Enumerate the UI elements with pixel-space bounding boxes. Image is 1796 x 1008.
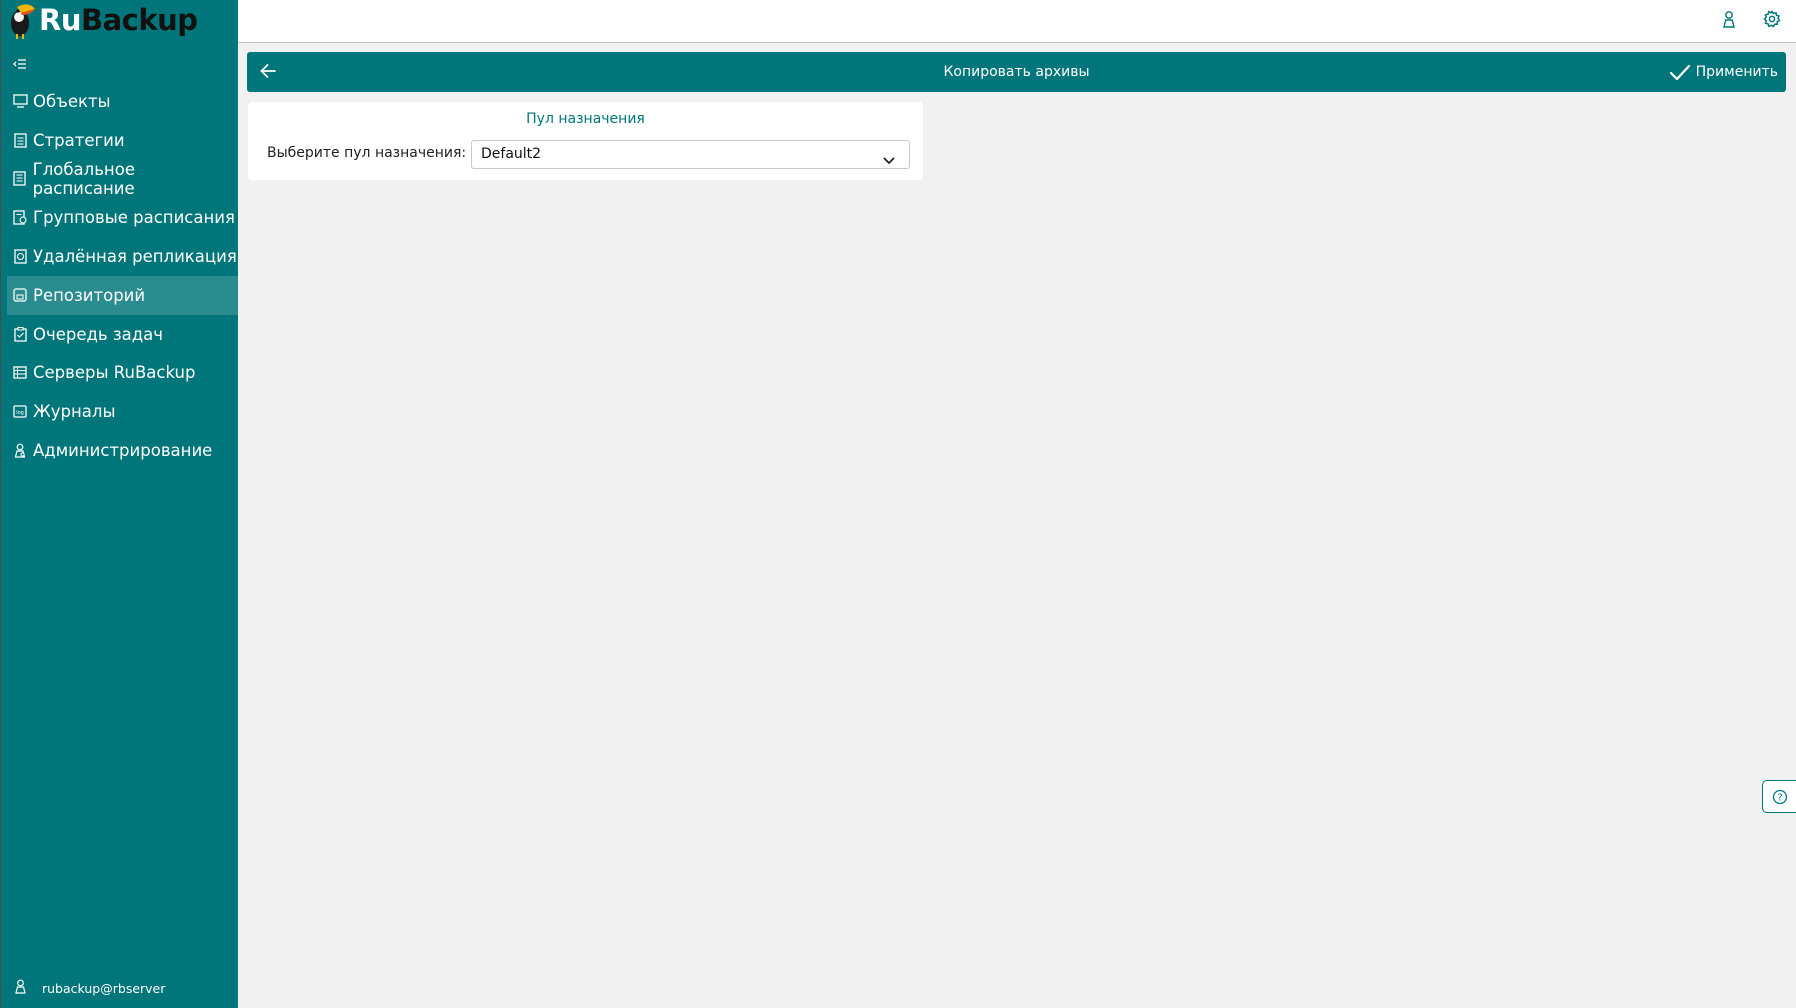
sidebar-item-objects[interactable]: Объекты: [1, 82, 238, 121]
document-list-icon: [12, 171, 28, 187]
destination-pool-label: Выберите пул назначения:: [267, 145, 467, 161]
sidebar-item-label: Журналы: [33, 402, 116, 422]
sidebar-nav: Объекты Стратегии Глобальное расписание …: [1, 82, 238, 470]
sidebar-item-label: Глобальное расписание: [32, 159, 135, 198]
collapse-menu-icon[interactable]: [13, 55, 27, 74]
sidebar-item-administration[interactable]: Администрирование: [1, 431, 238, 470]
admin-user-icon: [12, 443, 28, 459]
user-icon: [15, 979, 26, 997]
checkmark-icon: [1669, 64, 1690, 80]
current-user-name: rubackup@rbserver: [42, 980, 166, 996]
sidebar-item-logs[interactable]: log Журналы: [1, 392, 238, 431]
sidebar: RuBackup Объекты Стратегии Глобальное ра…: [0, 0, 238, 1008]
sidebar-item-label: Очередь задач: [33, 324, 164, 344]
monitor-icon: [12, 93, 28, 109]
user-profile-icon[interactable]: [1722, 10, 1736, 32]
repository-icon: [12, 287, 28, 303]
document-icon: [12, 132, 28, 148]
sidebar-item-label: Объекты: [33, 91, 111, 111]
toucan-icon: [11, 4, 35, 39]
page-header: Копировать архивы Применить: [247, 52, 1786, 92]
sidebar-item-label: Стратегии: [33, 130, 125, 150]
server-icon: [12, 365, 28, 381]
replication-icon: [12, 249, 28, 265]
svg-text:?: ?: [1777, 792, 1782, 803]
sidebar-item-servers[interactable]: Серверы RuBackup: [1, 354, 238, 393]
group-schedule-icon: [12, 210, 28, 226]
help-button[interactable]: ?: [1762, 780, 1796, 813]
logo-text: RuBackup: [39, 3, 198, 37]
top-bar: [238, 0, 1796, 43]
sidebar-item-label: Репозиторий: [33, 285, 146, 305]
settings-gear-icon[interactable]: [1763, 10, 1781, 32]
help-icon: ?: [1772, 789, 1787, 804]
apply-button[interactable]: Применить: [1669, 52, 1778, 92]
sidebar-item-label: Серверы RuBackup: [33, 363, 196, 383]
log-icon: log: [12, 404, 28, 420]
sidebar-item-global-schedule[interactable]: Глобальное расписание: [1, 160, 238, 199]
apply-button-label: Применить: [1695, 64, 1778, 80]
logo-ru: Ru: [39, 3, 81, 37]
sidebar-item-label: Удалённая репликация: [33, 247, 237, 267]
chevron-down-icon: [883, 150, 895, 169]
destination-pool-select[interactable]: Default2: [471, 140, 910, 169]
sidebar-item-remote-replication[interactable]: Удалённая репликация: [1, 237, 238, 276]
rubackup-logo[interactable]: RuBackup: [7, 0, 198, 40]
current-user[interactable]: rubackup@rbserver: [1, 968, 238, 1008]
task-queue-icon: [12, 326, 28, 342]
svg-text:log: log: [16, 410, 24, 416]
sidebar-item-repository[interactable]: Репозиторий: [7, 275, 238, 315]
sidebar-item-task-queue[interactable]: Очередь задач: [1, 315, 238, 354]
destination-pool-value: Default2: [481, 146, 542, 162]
panel-title: Пул назначения: [526, 111, 645, 127]
sidebar-item-label: Администрирование: [33, 441, 213, 461]
logo-backup: Backup: [80, 3, 198, 37]
destination-pool-panel: Пул назначения Выберите пул назначения: …: [248, 102, 923, 180]
page-title: Копировать архивы: [943, 64, 1090, 80]
sidebar-item-group-schedules[interactable]: Групповые расписания: [1, 198, 238, 237]
sidebar-item-strategies[interactable]: Стратегии: [1, 121, 238, 160]
sidebar-item-label: Групповые расписания: [33, 208, 235, 228]
